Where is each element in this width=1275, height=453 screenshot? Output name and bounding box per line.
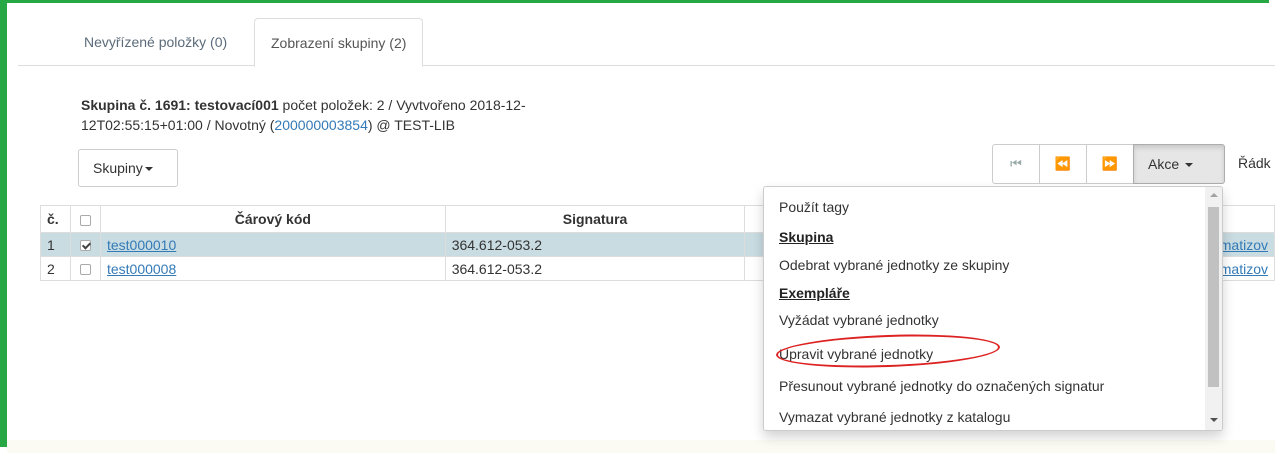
group-title: Skupina č. 1691: testovací001	[81, 97, 279, 113]
next-page-icon: ⏩	[1101, 156, 1119, 171]
caret-down-icon	[1185, 163, 1194, 168]
first-page-button[interactable]: ⏮	[992, 144, 1040, 184]
prev-page-icon: ⏪	[1054, 156, 1072, 171]
menu-item-remove-from-group[interactable]: Odebrat vybrané jednotky ze skupiny	[779, 257, 1009, 273]
actions-dropdown-menu: Použít tagy Skupina Odebrat vybrané jedn…	[763, 186, 1223, 431]
first-page-icon: ⏮	[1010, 156, 1022, 171]
groups-button-label: Skupiny	[93, 160, 143, 176]
barcode-link[interactable]: test000010	[107, 237, 176, 253]
group-meta-library: ) @ TEST-LIB	[367, 117, 455, 133]
row-signature: 364.612-053.2	[444, 256, 746, 281]
tab-pending-items[interactable]: Nevyřízené položky (0)	[68, 18, 243, 66]
row-barcode-cell: test000010	[99, 232, 446, 257]
row-checkbox[interactable]	[79, 264, 91, 276]
automation-link[interactable]: matizov	[1220, 261, 1268, 277]
menu-header-items: Exempláře	[779, 285, 850, 301]
menu-item-delete-items[interactable]: Vymazat vybrané jednotky z katalogu	[779, 409, 1010, 425]
barcode-link[interactable]: test000008	[107, 261, 176, 277]
automation-link[interactable]: matizov	[1220, 237, 1268, 253]
user-id-link[interactable]: 200000003854	[274, 117, 367, 133]
menu-item-use-tags[interactable]: Použít tagy	[779, 199, 849, 215]
prev-page-button[interactable]: ⏪	[1039, 144, 1087, 184]
menu-header-group: Skupina	[779, 229, 834, 245]
row-number: 1	[40, 232, 71, 257]
row-signature: 364.612-053.2	[444, 232, 746, 257]
menu-item-request-items[interactable]: Vyžádat vybrané jednotky	[779, 312, 939, 328]
rows-per-page-button[interactable]: Řádk	[1238, 144, 1271, 184]
row-number: 2	[40, 256, 71, 281]
scroll-down-icon[interactable]	[1210, 418, 1218, 422]
select-all-checkbox[interactable]	[79, 214, 91, 226]
scroll-up-icon[interactable]	[1210, 193, 1218, 197]
row-barcode-cell: test000008	[99, 256, 446, 281]
row-checkbox[interactable]	[79, 240, 91, 252]
col-header-signature[interactable]: Signatura	[444, 205, 746, 233]
actions-dropdown-button[interactable]: Akce	[1133, 144, 1225, 184]
menu-item-move-items[interactable]: Přesunout vybrané jednotky do označených…	[779, 378, 1104, 394]
tab-group-view[interactable]: Zobrazení skupiny (2)	[254, 18, 424, 67]
row-select[interactable]	[69, 256, 101, 281]
menu-scrollbar[interactable]	[1205, 187, 1222, 430]
scrollbar-thumb[interactable]	[1208, 207, 1219, 387]
next-page-button[interactable]: ⏩	[1086, 144, 1134, 184]
groups-dropdown-button[interactable]: Skupiny	[78, 149, 178, 187]
row-select[interactable]	[69, 232, 101, 257]
tab-bar: Nevyřízené položky (0) Zobrazení skupiny…	[18, 18, 1275, 67]
col-header-select[interactable]	[69, 205, 101, 233]
footer-band	[7, 440, 1275, 453]
col-header-barcode[interactable]: Čárový kód	[99, 205, 446, 233]
actions-button-label: Akce	[1148, 156, 1180, 172]
group-info: Skupina č. 1691: testovací001 počet polo…	[81, 95, 641, 135]
col-header-number: č.	[40, 205, 71, 233]
caret-down-icon	[144, 167, 153, 172]
